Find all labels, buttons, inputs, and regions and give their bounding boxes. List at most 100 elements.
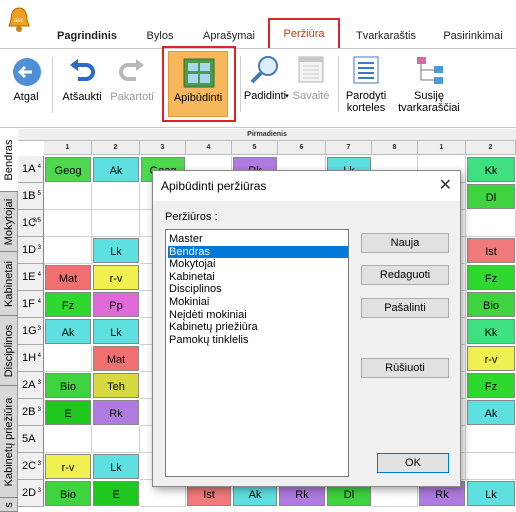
view-list-item[interactable]: Kabinetai	[168, 271, 348, 283]
view-list-item[interactable]: Mokytojai	[168, 258, 348, 270]
view-list-item[interactable]: Mokiniai	[168, 296, 348, 308]
tab-tvarkarastis[interactable]: Tvarkaraštis	[346, 28, 426, 44]
row-label-text: 1G	[22, 325, 37, 337]
empty-slot[interactable]	[466, 210, 516, 237]
lesson-card[interactable]: r-v	[93, 265, 139, 290]
row-label-2c[interactable]: 2C 3	[18, 453, 44, 480]
row-label-sub: 4	[37, 164, 41, 170]
side-tab-kabinetai[interactable]: Kabinetai	[0, 252, 18, 316]
undo-button[interactable]: Atšaukti	[56, 49, 108, 121]
row-label-1e[interactable]: 1E 4	[18, 264, 44, 291]
side-tab-disciplinos[interactable]: Disciplinos	[0, 316, 18, 386]
view-list-item[interactable]: Kabinetų priežiūra	[168, 321, 348, 333]
lesson-card[interactable]: Rk	[93, 400, 139, 425]
remove-button[interactable]: Pašalinti	[361, 298, 449, 318]
zoom-button[interactable]: Padidinti ▾	[240, 48, 290, 120]
close-icon[interactable]: ✕	[439, 175, 452, 197]
period-number: 1	[44, 141, 92, 155]
row-label-1b[interactable]: 1B 5	[18, 183, 44, 210]
lesson-card[interactable]: E	[93, 481, 139, 506]
view-list-item[interactable]: Bendras	[168, 245, 348, 258]
undo-icon	[70, 59, 95, 81]
lesson-card[interactable]: Kk	[467, 157, 515, 182]
row-label-sub: 3	[37, 407, 41, 413]
row-label-2b[interactable]: 2B 3	[18, 399, 44, 426]
lesson-card[interactable]: Lk	[467, 481, 515, 506]
side-tab-kabinetu-prieziura[interactable]: Kabinetų priežiūra	[0, 386, 18, 498]
tab-pagrindinis[interactable]: Pagrindinis	[50, 28, 124, 44]
row-label-text: 1A	[22, 163, 36, 175]
bell-logo-icon[interactable]: asc	[6, 6, 32, 34]
views-listbox[interactable]: Master Bendras Mokytojai Kabinetai Disciplin…	[165, 229, 349, 477]
lesson-card[interactable]: Lk	[93, 454, 139, 479]
new-button[interactable]: Nauja	[361, 233, 449, 253]
empty-slot[interactable]	[44, 237, 92, 264]
tab-aprasymai[interactable]: Aprašymai	[196, 28, 262, 44]
empty-slot[interactable]	[466, 453, 516, 480]
row-label-2d[interactable]: 2D 3	[18, 480, 44, 507]
row-label-1d[interactable]: 1D 3	[18, 237, 44, 264]
related-timetables-button[interactable]: Susiję tvarkaraščiai	[392, 48, 466, 120]
row-label-1a[interactable]: 1A 4	[18, 156, 44, 183]
lesson-card[interactable]: Ist	[467, 238, 515, 263]
lesson-card[interactable]: Ak	[93, 157, 139, 182]
week-button[interactable]: Savaitė	[288, 48, 334, 120]
lesson-card[interactable]: E	[45, 400, 91, 425]
view-list-item[interactable]: Master	[168, 233, 348, 245]
lesson-card[interactable]: Lk	[93, 319, 139, 344]
magnifier-icon	[250, 56, 278, 84]
empty-slot[interactable]	[92, 183, 140, 210]
lesson-card[interactable]: Lk	[93, 238, 139, 263]
tab-perziura[interactable]: Peržiūra	[268, 18, 340, 50]
lesson-card[interactable]: Teh	[93, 373, 139, 398]
period-number: 6	[278, 141, 326, 155]
row-label-text: 1H	[22, 352, 37, 364]
show-cards-button[interactable]: Parodyti korteles	[340, 48, 392, 120]
lesson-card[interactable]: Geog	[45, 157, 91, 182]
row-label-1g[interactable]: 1G 3	[18, 318, 44, 345]
lesson-card[interactable]: Dl	[467, 184, 515, 209]
edit-button[interactable]: Redaguoti	[361, 265, 449, 285]
view-list-item[interactable]: Neįdėti mokiniai	[168, 309, 348, 321]
empty-slot[interactable]	[44, 426, 92, 453]
lesson-card[interactable]: Mat	[45, 265, 91, 290]
lesson-card[interactable]: Fz	[45, 292, 91, 317]
row-label-sub: 4	[37, 272, 41, 278]
tab-bylos[interactable]: Bylos	[134, 28, 186, 44]
tab-pasirinkimai[interactable]: Pasirinkimai	[434, 28, 512, 44]
row-label-1c[interactable]: 1C 3/5	[18, 210, 44, 237]
lesson-card[interactable]: Fz	[467, 373, 515, 398]
side-tab-mokytojai[interactable]: Mokytojai	[0, 192, 18, 252]
sort-button[interactable]: Rūšiuoti	[361, 358, 449, 378]
lesson-card[interactable]: Bio	[45, 481, 91, 506]
row-label-1f[interactable]: 1F 4	[18, 291, 44, 318]
row-label-1h[interactable]: 1H 4	[18, 345, 44, 372]
lesson-card[interactable]: Bio	[45, 373, 91, 398]
lesson-card[interactable]: r-v	[467, 346, 515, 371]
lesson-card[interactable]: Kk	[467, 319, 515, 344]
lesson-card[interactable]: Ak	[45, 319, 91, 344]
row-label-5a[interactable]: 5A	[18, 426, 44, 453]
empty-slot[interactable]	[466, 426, 516, 453]
lesson-card[interactable]: r-v	[45, 454, 91, 479]
ok-button[interactable]: OK	[377, 453, 449, 473]
view-list-item[interactable]: Disciplinos	[168, 283, 348, 295]
row-label-2a[interactable]: 2A 3	[18, 372, 44, 399]
lesson-card[interactable]: Mat	[93, 346, 139, 371]
lesson-card[interactable]: Ak	[467, 400, 515, 425]
empty-slot[interactable]	[44, 345, 92, 372]
empty-slot[interactable]	[92, 426, 140, 453]
lesson-card[interactable]: Pp	[93, 292, 139, 317]
empty-slot[interactable]	[44, 183, 92, 210]
redo-button[interactable]: Pakartoti	[106, 49, 158, 121]
empty-slot[interactable]	[44, 210, 92, 237]
lesson-card[interactable]: Fz	[467, 265, 515, 290]
side-tab-more[interactable]: s	[0, 498, 18, 512]
row-label-text: 2A	[22, 379, 36, 391]
back-button[interactable]: Atgal	[4, 49, 48, 121]
empty-slot[interactable]	[92, 210, 140, 237]
view-list-item[interactable]: Pamokų tinklelis	[168, 334, 348, 346]
lesson-card[interactable]: Bio	[467, 292, 515, 317]
side-tab-bendras[interactable]: Bendras	[0, 128, 18, 192]
view-side-tabs: Bendras Mokytojai Kabinetai Disciplinos …	[0, 128, 18, 512]
